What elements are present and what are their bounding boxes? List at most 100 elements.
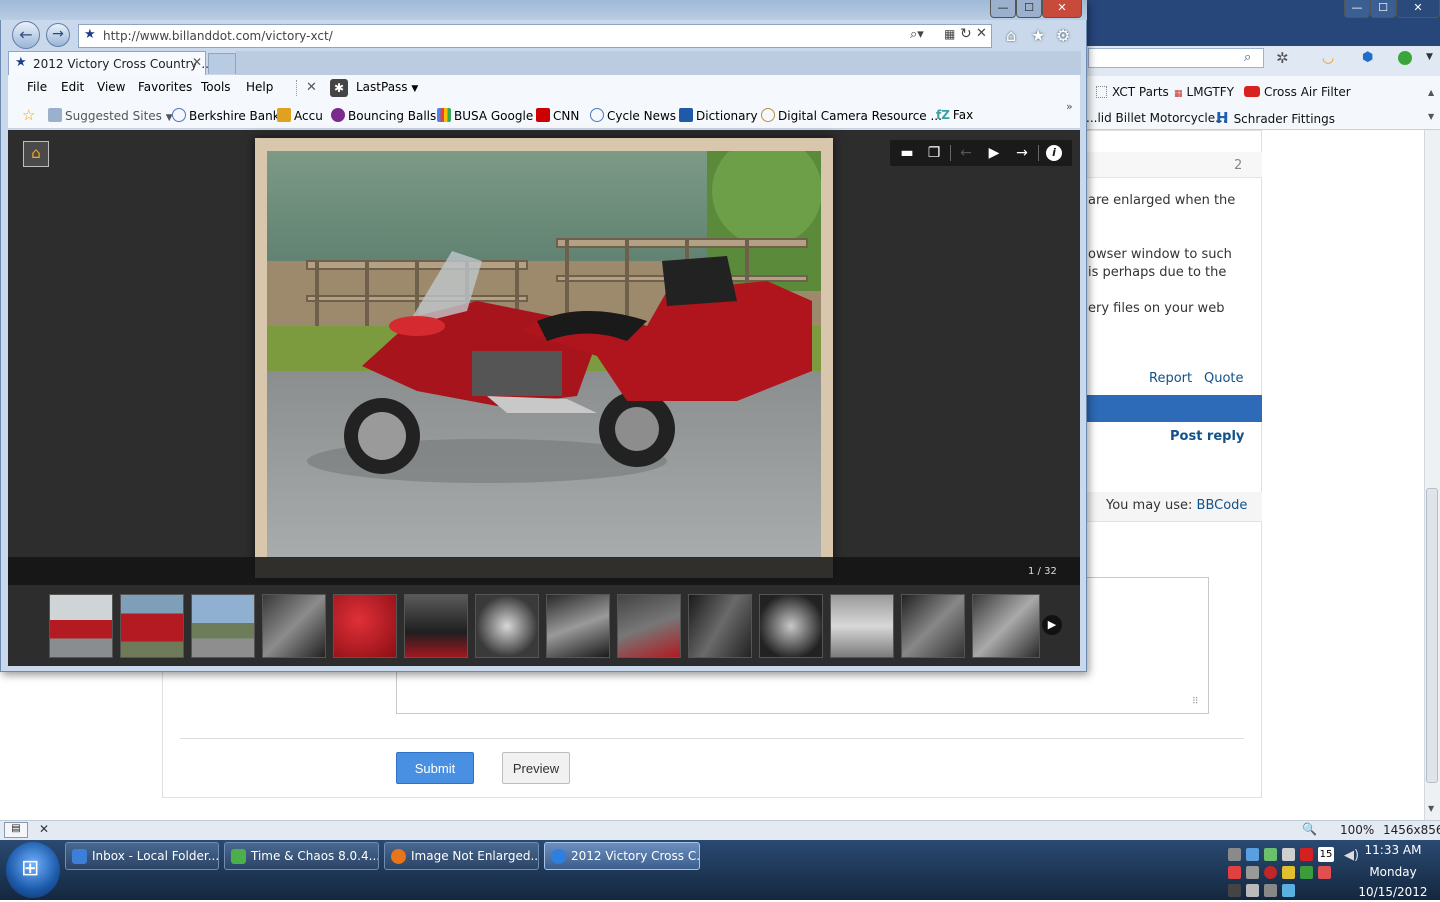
fav-busa-google[interactable]: BUSA Google — [437, 108, 533, 123]
lastpass-icon[interactable]: ✱ — [330, 79, 348, 97]
fav-berkshire-bank[interactable]: Berkshire Bank — [172, 108, 280, 123]
scroll-up-arrow-icon[interactable]: ▲ — [1428, 88, 1434, 97]
thumbnail-13[interactable] — [901, 594, 965, 658]
menu-edit[interactable]: Edit — [61, 80, 84, 94]
favorites-center-icon[interactable]: ☆ — [22, 106, 35, 124]
background-scrollbar-thumb[interactable] — [1426, 488, 1438, 783]
menu-favorites[interactable]: Favorites — [138, 80, 192, 94]
play-icon[interactable]: ▶ — [983, 143, 1005, 163]
preview-button[interactable]: Preview — [502, 752, 570, 784]
ie-close-button[interactable]: ✕ — [1042, 0, 1082, 18]
tray-icon-tool[interactable] — [1246, 884, 1259, 897]
thumbnail-2[interactable] — [120, 594, 184, 658]
menu-help[interactable]: Help — [246, 80, 273, 94]
scroll-down-icon[interactable]: ▼ — [1428, 804, 1434, 813]
bookmark-xct-parts[interactable]: XCT Parts — [1096, 85, 1169, 99]
fav-digital-camera-resource[interactable]: Digital Camera Resource ... — [761, 108, 942, 123]
fav-accu[interactable]: Accu — [277, 108, 323, 123]
ie-maximize-button[interactable]: ☐ — [1016, 0, 1042, 18]
main-photo[interactable] — [267, 151, 821, 558]
tray-icon-c[interactable] — [1300, 848, 1313, 861]
tray-icon-mail[interactable] — [1246, 848, 1259, 861]
thumbnails-next-icon[interactable]: ▶ — [1042, 615, 1062, 635]
thumbnails-toggle-icon[interactable]: ▬ — [896, 143, 918, 163]
tray-icon-update[interactable] — [1300, 866, 1313, 879]
new-tab-button[interactable] — [208, 53, 236, 74]
thumbnail-12[interactable] — [830, 594, 894, 658]
fav-cycle-news[interactable]: Cycle News — [590, 108, 676, 123]
search-icon[interactable]: ⌕ — [1244, 50, 1251, 65]
menu-file[interactable]: File — [27, 80, 47, 94]
addon-bar-icon[interactable]: ▤ — [4, 822, 28, 838]
tray-icon-shield[interactable] — [1228, 866, 1241, 879]
thumbnail-11[interactable] — [759, 594, 823, 658]
zoom-level[interactable]: 100% — [1340, 823, 1374, 837]
tray-badge[interactable]: 15 — [1318, 847, 1334, 862]
thumbnail-1[interactable] — [49, 594, 113, 658]
stop-icon[interactable]: ✕ — [976, 26, 987, 41]
addon-r-icon[interactable]: ⬢ — [1362, 50, 1373, 65]
thumbnail-6[interactable] — [404, 594, 468, 658]
tray-icon-network[interactable] — [1246, 866, 1259, 879]
menu-tools[interactable]: Tools — [201, 80, 231, 94]
submit-button[interactable]: Submit — [396, 752, 474, 784]
tab-close-icon[interactable]: ✕ — [192, 55, 202, 69]
fav-cnn[interactable]: CNN — [536, 108, 579, 123]
bbcode-link[interactable]: BBCode — [1197, 498, 1248, 513]
bg-maximize-button[interactable]: ☐ — [1370, 0, 1396, 18]
amazon-icon[interactable]: ◡ — [1322, 50, 1334, 66]
tray-icon-printer[interactable] — [1228, 848, 1241, 861]
toolbar-close-icon[interactable]: ✕ — [306, 80, 317, 95]
favorites-overflow-icon[interactable]: » — [1066, 100, 1073, 113]
favorites-star-icon[interactable]: ★ — [1031, 26, 1045, 45]
thumbnail-7[interactable] — [475, 594, 539, 658]
ie-minimize-button[interactable]: — — [990, 0, 1016, 18]
thumbnail-5[interactable] — [333, 594, 397, 658]
previous-arrow-icon[interactable]: ← — [955, 143, 977, 163]
forward-button[interactable]: → — [46, 23, 70, 47]
thumbnail-14[interactable] — [972, 594, 1040, 658]
tray-icon-stop[interactable] — [1264, 866, 1277, 879]
task-firefox[interactable]: Image Not Enlarged... — [384, 842, 539, 870]
fav-bouncing-balls[interactable]: Bouncing Balls — [331, 108, 436, 123]
status-close-icon[interactable]: ✕ — [39, 822, 49, 836]
fullscreen-icon[interactable]: ❐ — [923, 143, 945, 163]
zoom-icon[interactable]: 🔍 — [1302, 822, 1317, 836]
tray-icon-check[interactable] — [1264, 848, 1277, 861]
thumbnail-3[interactable] — [191, 594, 255, 658]
next-arrow-icon[interactable]: → — [1011, 143, 1033, 163]
task-time-chaos[interactable]: Time & Chaos 8.0.4.... — [224, 842, 379, 870]
chevron-down-icon[interactable]: ▼ — [1426, 52, 1433, 62]
thumbnail-10[interactable] — [688, 594, 752, 658]
report-link[interactable]: Report — [1149, 371, 1192, 386]
compat-view-icon[interactable]: ▦ — [944, 27, 955, 41]
addon-gear-icon[interactable]: ✲ — [1276, 49, 1289, 67]
fav-suggested-sites[interactable]: Suggested Sites ▼ — [48, 108, 173, 123]
back-button[interactable]: ← — [12, 21, 40, 49]
bg-minimize-button[interactable]: — — [1344, 0, 1370, 18]
addon-green-icon[interactable] — [1398, 51, 1412, 65]
tray-icon-key[interactable] — [1282, 866, 1295, 879]
address-bar[interactable]: http://www.billanddot.com/victory-xct/ — [78, 24, 992, 48]
start-button[interactable]: ⊞ — [6, 842, 60, 898]
task-inbox[interactable]: Inbox - Local Folder... — [65, 842, 219, 870]
task-internet-explorer[interactable]: 2012 Victory Cross C... — [544, 842, 700, 870]
tray-icon-alert[interactable] — [1318, 866, 1331, 879]
tools-gear-icon[interactable]: ⚙ — [1056, 26, 1070, 45]
thumbnail-8[interactable] — [546, 594, 610, 658]
info-icon[interactable]: i — [1043, 143, 1065, 163]
home-icon[interactable]: ⌂ — [1006, 26, 1016, 45]
scroll-down-arrow-icon[interactable]: ▼ — [1428, 112, 1434, 121]
resize-grip-icon[interactable]: ⠿ — [1192, 697, 1199, 707]
bookmark-billet-motorcycle[interactable]: ...lid Billet Motorcycle... — [1086, 111, 1227, 125]
background-search-input[interactable] — [1088, 48, 1264, 68]
bookmark-schrader-fittings[interactable]: H Schrader Fittings — [1216, 109, 1335, 127]
bg-close-button[interactable]: ✕ — [1396, 0, 1440, 18]
menu-view[interactable]: View — [97, 80, 125, 94]
bookmark-lmgtfy[interactable]: ▦ LMGTFY — [1174, 85, 1234, 99]
fav-fax[interactable]: fZ Fax — [936, 108, 973, 122]
address-search-icon[interactable]: ⌕▾ — [910, 27, 924, 42]
lastpass-menu[interactable]: LastPass ▼ — [356, 80, 418, 94]
tray-icon-power[interactable] — [1264, 884, 1277, 897]
refresh-icon[interactable]: ↻ — [960, 26, 972, 42]
